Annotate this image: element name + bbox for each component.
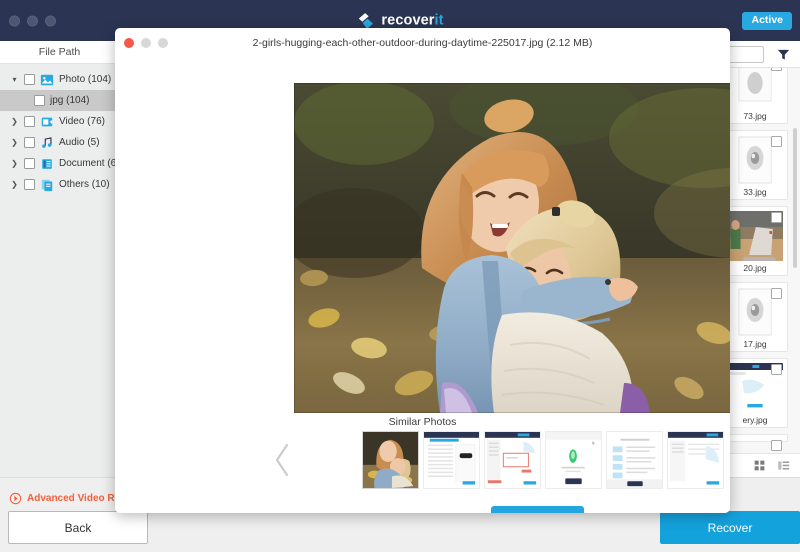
modal-close-button[interactable] xyxy=(124,37,134,48)
chevron-right-icon[interactable]: ❯ xyxy=(10,117,19,126)
file-checkbox[interactable] xyxy=(771,288,782,299)
preview-image xyxy=(294,83,730,413)
similar-thumb[interactable] xyxy=(484,431,541,489)
recover-button[interactable]: Recover xyxy=(660,511,800,544)
grid-view-icon[interactable] xyxy=(753,459,766,472)
audio-icon xyxy=(42,136,52,148)
file-thumbnail-column: 73.jpg 33.jpg 20.jpg 17.jpg ery.jpg xyxy=(722,68,788,451)
video-checkbox[interactable] xyxy=(24,116,35,127)
sidebar-item-label: Photo (104) xyxy=(59,74,112,85)
window-traffic-lights xyxy=(9,15,56,26)
sidebar-item-audio[interactable]: ❯ Audio (5) xyxy=(0,132,119,153)
file-name: 20.jpg xyxy=(743,263,767,273)
similar-thumb[interactable] xyxy=(545,431,602,489)
chevron-right-icon[interactable]: ❯ xyxy=(10,159,19,168)
file-card[interactable]: ery.jpg xyxy=(722,358,788,428)
video-icon xyxy=(41,117,53,126)
modal-traffic-lights xyxy=(124,37,168,48)
modal-title: 2-girls-hugging-each-other-outdoor-durin… xyxy=(252,36,593,49)
sidebar-item-label: Others (10) xyxy=(59,179,110,190)
file-card[interactable]: 20.jpg xyxy=(722,206,788,276)
preview-modal: 2-girls-hugging-each-other-outdoor-durin… xyxy=(115,28,730,513)
sidebar-item-others[interactable]: ❯ Others (10) xyxy=(0,174,119,195)
file-checkbox[interactable] xyxy=(771,212,782,223)
file-card[interactable]: 17.jpg xyxy=(722,282,788,352)
file-card[interactable]: 73.jpg xyxy=(722,68,788,124)
sidebar-item-video[interactable]: ❯ Video (76) xyxy=(0,111,119,132)
file-name: ery.jpg xyxy=(742,415,768,425)
sidebar-item-jpg[interactable]: jpg (104) xyxy=(0,90,119,111)
chevron-down-icon[interactable]: ▾ xyxy=(10,75,19,84)
sidebar: File Path ▾ Photo (104) jpg (104) ❯ Vide… xyxy=(0,41,120,477)
sidebar-item-label: Document (6 xyxy=(59,158,117,169)
photo-icon xyxy=(40,74,54,85)
file-grid-scrollbar[interactable] xyxy=(793,128,797,268)
document-icon xyxy=(42,158,52,169)
brand-text-white: recover xyxy=(381,12,435,29)
modal-maximize-button[interactable] xyxy=(158,37,168,48)
sidebar-item-document[interactable]: ❯ Document (6 xyxy=(0,153,119,174)
chevron-right-icon[interactable]: ❯ xyxy=(10,180,19,189)
file-card[interactable] xyxy=(722,434,788,451)
application-window: recoverit Active File Path ▾ Photo (104)… xyxy=(0,0,800,552)
audio-checkbox[interactable] xyxy=(24,137,35,148)
file-name: 73.jpg xyxy=(743,111,767,121)
window-close-button[interactable] xyxy=(9,15,20,26)
file-checkbox[interactable] xyxy=(771,440,782,451)
file-name: 33.jpg xyxy=(743,187,767,197)
list-view-icon[interactable] xyxy=(777,459,790,472)
chevron-right-icon[interactable]: ❯ xyxy=(10,138,19,147)
advanced-video-icon xyxy=(9,492,22,505)
similar-photos-strip xyxy=(362,431,724,489)
advanced-video-recovery-label: Advanced Video Rec xyxy=(27,493,126,504)
file-checkbox[interactable] xyxy=(771,364,782,375)
similar-thumb[interactable] xyxy=(667,431,724,489)
modal-recover-button[interactable]: Recover xyxy=(491,506,584,513)
similar-thumb[interactable] xyxy=(362,431,419,489)
similar-thumb[interactable] xyxy=(423,431,480,489)
back-button[interactable]: Back xyxy=(8,511,148,544)
modal-titlebar: 2-girls-hugging-each-other-outdoor-durin… xyxy=(115,28,730,57)
window-minimize-button[interactable] xyxy=(27,15,38,26)
sidebar-item-label: Audio (5) xyxy=(59,137,100,148)
file-card[interactable]: 33.jpg xyxy=(722,130,788,200)
modal-minimize-button[interactable] xyxy=(141,37,151,48)
jpg-checkbox[interactable] xyxy=(34,95,45,106)
brand-text-blue: it xyxy=(434,12,444,29)
file-name: 17.jpg xyxy=(743,339,767,349)
similar-photos-label: Similar Photos xyxy=(388,416,457,428)
others-icon xyxy=(41,179,53,191)
filter-icon[interactable] xyxy=(776,47,791,62)
file-thumbnail-image xyxy=(727,68,783,109)
file-checkbox[interactable] xyxy=(771,68,782,71)
window-maximize-button[interactable] xyxy=(45,15,56,26)
sidebar-header: File Path xyxy=(0,41,119,64)
chevron-left-icon[interactable] xyxy=(272,441,294,479)
advanced-video-recovery-link[interactable]: Advanced Video Rec xyxy=(9,492,126,505)
sidebar-item-photo[interactable]: ▾ Photo (104) xyxy=(0,69,119,90)
document-checkbox[interactable] xyxy=(24,158,35,169)
sidebar-item-label: Video (76) xyxy=(59,116,105,127)
photo-checkbox[interactable] xyxy=(24,74,35,85)
brand-wordmark: recoverit xyxy=(381,13,443,29)
file-path-tree: ▾ Photo (104) jpg (104) ❯ Video (76) ❯ A… xyxy=(0,64,119,195)
file-checkbox[interactable] xyxy=(771,136,782,147)
similar-thumb[interactable] xyxy=(606,431,663,489)
sidebar-item-label: jpg (104) xyxy=(50,95,90,106)
others-checkbox[interactable] xyxy=(24,179,35,190)
status-badge[interactable]: Active xyxy=(742,12,792,30)
